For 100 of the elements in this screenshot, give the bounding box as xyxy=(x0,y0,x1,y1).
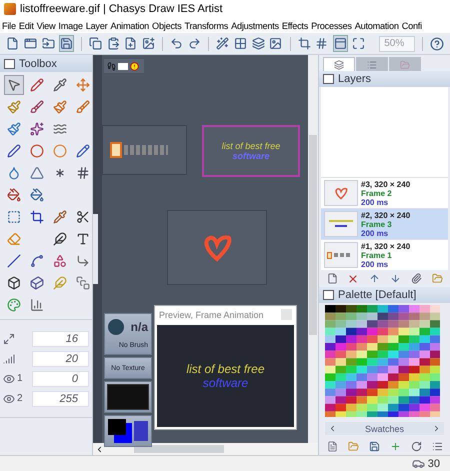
move-icon xyxy=(76,78,90,92)
delete-icon xyxy=(347,272,359,285)
grid-button[interactable] xyxy=(314,35,329,52)
help-button[interactable] xyxy=(430,35,444,52)
layer-name: #3, 320 × 240 xyxy=(361,180,410,189)
pencil-icon xyxy=(30,78,44,92)
selection-icon xyxy=(7,210,21,224)
app-icon xyxy=(4,3,16,15)
folder-icon xyxy=(400,60,410,70)
palette-icon xyxy=(7,298,21,312)
add-image-button[interactable] xyxy=(142,35,156,52)
status-count: 30 xyxy=(428,458,440,470)
animation-frame[interactable]: list of best free software xyxy=(202,125,300,177)
menu-item[interactable]: Image xyxy=(58,20,83,30)
number-field[interactable]: 0 xyxy=(32,370,89,386)
footprints-icon[interactable] xyxy=(107,62,116,70)
heart-drawing xyxy=(202,234,232,262)
layer-row[interactable]: #1, 320 × 240 Frame 1 200 ms xyxy=(321,239,448,270)
number-field[interactable]: 20 xyxy=(32,350,89,366)
brush-icon xyxy=(76,100,90,114)
attach-button[interactable] xyxy=(409,272,423,286)
panel-tab[interactable] xyxy=(323,57,355,71)
pointer-icon xyxy=(7,78,21,92)
menu-item[interactable]: Transforms xyxy=(184,20,228,30)
wand-button[interactable] xyxy=(216,35,230,52)
image-button[interactable] xyxy=(268,35,283,52)
fullscreen-button[interactable] xyxy=(352,35,366,52)
frame-delay: 200 ms xyxy=(361,198,390,207)
next-icon[interactable] xyxy=(432,424,441,434)
panel-icon xyxy=(4,58,15,68)
grid-button[interactable] xyxy=(234,35,248,52)
droplet-icon xyxy=(7,166,21,180)
tool-button[interactable] xyxy=(4,75,24,95)
wave-icon xyxy=(53,122,67,136)
crop-button[interactable] xyxy=(297,35,311,52)
stack-icon xyxy=(76,276,90,290)
layer-row[interactable]: #2, 320 × 240 Frame 3 200 ms xyxy=(321,208,448,240)
panel-icon xyxy=(323,74,334,84)
scrollbar[interactable] xyxy=(308,55,318,443)
cube-icon xyxy=(30,276,44,290)
corner-icon xyxy=(76,254,90,268)
add-button[interactable] xyxy=(124,35,138,52)
hash-icon xyxy=(76,166,90,180)
eye-icon xyxy=(3,392,15,404)
menu-item[interactable]: Effects xyxy=(282,20,308,30)
menu-item[interactable]: Processes xyxy=(311,20,352,30)
frame-name: Frame 2 xyxy=(361,188,393,198)
menu-item[interactable]: Adjustments xyxy=(231,20,279,30)
color-palette-grid[interactable] xyxy=(325,304,440,417)
eye-icon xyxy=(3,372,15,384)
menu-item[interactable]: Edit xyxy=(18,20,34,30)
previous-icon[interactable] xyxy=(328,424,337,434)
gradient-tile[interactable] xyxy=(104,381,152,413)
brush-icon xyxy=(7,100,21,114)
menu-item[interactable]: Animation xyxy=(110,20,150,30)
panel-title: Palette [Default] xyxy=(338,288,416,301)
list-icon xyxy=(367,60,377,70)
swatches-label: Swatches xyxy=(364,424,404,434)
warning-icon[interactable] xyxy=(130,62,139,70)
save-button[interactable] xyxy=(367,440,381,454)
bucket-icon xyxy=(30,188,44,202)
panel-title: Toolbox xyxy=(19,58,57,70)
animation-frame[interactable] xyxy=(102,125,187,175)
frame-text: software xyxy=(232,151,270,161)
number-field[interactable]: 255 xyxy=(32,390,89,406)
swatches-bar[interactable]: Swatches xyxy=(325,422,444,436)
resize-icon xyxy=(3,332,15,344)
box-icon xyxy=(7,276,21,290)
scroll-left-icon[interactable] xyxy=(95,444,104,454)
layer-row[interactable]: #3, 320 × 240 Frame 2 200 ms xyxy=(321,177,448,208)
crop-icon xyxy=(30,210,44,224)
text-icon xyxy=(76,232,90,246)
rectangle-icon[interactable] xyxy=(118,62,128,70)
menu-item[interactable]: Automation xyxy=(354,20,399,30)
bucket-icon xyxy=(7,188,21,202)
brush-icon xyxy=(53,100,67,114)
chart-icon xyxy=(30,298,44,312)
copy-button[interactable] xyxy=(88,35,102,52)
menu-item[interactable]: View xyxy=(36,20,56,30)
menu-item[interactable]: Objects xyxy=(152,20,182,30)
paste-button[interactable] xyxy=(106,35,120,52)
dropper-icon xyxy=(53,210,67,224)
number-field[interactable]: 16 xyxy=(32,330,89,346)
menu-item[interactable]: Layer xyxy=(86,20,108,30)
refresh-button[interactable] xyxy=(409,440,423,454)
frame-delay: 200 ms xyxy=(361,260,390,269)
scrollbar[interactable] xyxy=(93,443,318,455)
save-button[interactable] xyxy=(58,35,74,52)
menu-item[interactable]: Confi xyxy=(402,20,422,30)
window-title: listoffreeware.gif | Chasys Draw IES Artist xyxy=(20,3,223,15)
panel-button[interactable] xyxy=(332,35,348,52)
frame-text: list of best free xyxy=(222,141,280,151)
field-label: 1 xyxy=(17,373,23,384)
feather-icon xyxy=(53,276,67,290)
preview-title: Preview, Frame Animation xyxy=(159,310,264,320)
curve-icon xyxy=(30,254,44,268)
menu-item[interactable]: File xyxy=(2,20,16,30)
layers-button[interactable] xyxy=(251,35,265,52)
new-button[interactable] xyxy=(6,35,20,52)
color-tile[interactable] xyxy=(104,415,152,447)
